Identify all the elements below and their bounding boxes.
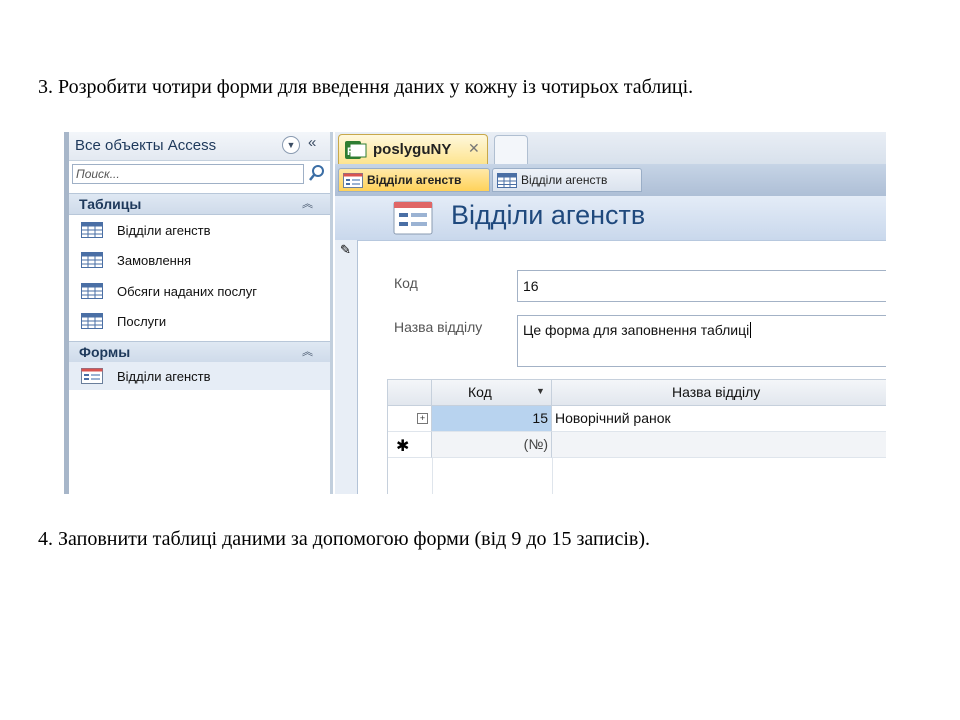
cell-kod[interactable]: 15	[432, 406, 552, 432]
table-icon	[497, 173, 517, 193]
nazva-field[interactable]: Це форма для заповнення таблиці	[517, 315, 886, 367]
table-icon	[81, 283, 103, 304]
nav-item-table[interactable]: Обсяги наданих послуг	[69, 277, 330, 305]
chevron-up-icon[interactable]: ︽	[302, 343, 313, 359]
table-icon	[81, 313, 103, 334]
cell-kod-new[interactable]: (№)	[432, 432, 552, 458]
field-label-kod: Код	[394, 275, 418, 291]
cell-nazva[interactable]: Новорічний ранок	[552, 406, 886, 432]
nazva-field-value: Це форма для заповнення таблиці	[523, 322, 750, 338]
text-caret	[750, 322, 752, 338]
svg-text:P: P	[347, 146, 354, 158]
kod-field-value: 16	[523, 278, 539, 294]
cell-nazva-new[interactable]	[552, 432, 886, 458]
search-icon[interactable]	[307, 163, 327, 183]
nav-pane-header[interactable]: Все объекты Access ▼ «	[69, 132, 330, 161]
subform-datasheet: Код ▼ Назва відділу + 15 Новорічний рано…	[387, 379, 886, 494]
pencil-icon: ✎	[340, 242, 351, 257]
instruction-step-4: 4. Заповнити таблиці даними за допомогою…	[38, 528, 650, 550]
kod-field[interactable]: 16	[517, 270, 886, 302]
nav-item-label: Обсяги наданих послуг	[117, 284, 257, 299]
pane-splitter[interactable]	[330, 132, 333, 494]
nav-item-form[interactable]: Відділи агенств	[69, 362, 330, 390]
close-icon[interactable]: ✕	[468, 140, 480, 157]
form-title: Відділи агенств	[451, 200, 646, 230]
nav-item-table[interactable]: Відділи агенств	[69, 216, 330, 244]
group-tables[interactable]: Таблицы ︽	[69, 193, 330, 215]
record-selector[interactable]: ✎	[335, 240, 358, 494]
table-icon	[81, 252, 103, 273]
expand-icon[interactable]: +	[417, 413, 428, 424]
publisher-file-icon: P	[344, 140, 368, 165]
collapse-pane-icon[interactable]: «	[308, 134, 316, 151]
tab-file[interactable]: P poslyguNY ✕	[338, 134, 488, 164]
new-record-icon: ✱	[396, 438, 410, 455]
field-label-nazva: Назва відділу	[394, 319, 483, 335]
object-tab-form[interactable]: Відділи агенств	[338, 168, 490, 192]
search-input[interactable]	[73, 165, 306, 183]
column-header-nazva[interactable]: Назва відділу	[552, 380, 886, 406]
object-tab-label: Відділи агенств	[521, 173, 608, 187]
chevron-down-icon[interactable]: ▼	[536, 386, 545, 396]
form-icon	[343, 173, 363, 193]
nav-item-label: Відділи агенств	[117, 223, 211, 238]
document-area: P poslyguNY ✕ Відділи агенств Відділи аг…	[335, 132, 886, 494]
group-forms-label: Формы	[79, 344, 131, 360]
group-tables-label: Таблицы	[79, 196, 142, 212]
form-icon	[81, 368, 103, 389]
row-selector[interactable]: +	[388, 406, 432, 432]
form-icon	[393, 201, 433, 240]
grid-line	[432, 458, 433, 494]
nav-item-label: Відділи агенств	[117, 369, 211, 384]
nav-item-label: Послуги	[117, 314, 167, 329]
tab-file-label: poslyguNY	[373, 141, 452, 158]
search-box	[72, 164, 306, 184]
column-header-label: Код	[468, 384, 492, 400]
table-icon	[81, 222, 103, 243]
column-header-kod[interactable]: Код ▼	[432, 380, 552, 406]
chevron-down-icon[interactable]: ▼	[282, 136, 300, 154]
new-record-selector[interactable]: ✱	[388, 432, 432, 458]
group-forms[interactable]: Формы ︽	[69, 341, 330, 363]
nav-pane-title: Все объекты Access	[75, 137, 217, 154]
chevron-up-icon[interactable]: ︽	[302, 195, 313, 211]
object-tabs: Відділи агенств Відділи агенств	[335, 164, 886, 196]
form-header: Відділи агенств	[335, 196, 886, 241]
object-tab-table[interactable]: Відділи агенств	[492, 168, 642, 192]
grid-line	[552, 458, 553, 494]
object-tab-label: Відділи агенств	[367, 173, 462, 187]
file-tab-strip: P poslyguNY ✕	[335, 132, 886, 164]
nav-item-label: Замовлення	[117, 253, 192, 268]
access-screenshot: Все объекты Access ▼ « Таблицы ︽ Відділи…	[64, 132, 886, 494]
column-header-label: Назва відділу	[672, 384, 761, 400]
select-all-corner[interactable]	[388, 380, 432, 406]
navigation-pane: Все объекты Access ▼ « Таблицы ︽ Відділи…	[64, 132, 333, 494]
nav-item-table[interactable]: Замовлення	[69, 246, 330, 274]
new-tab-button[interactable]	[494, 135, 528, 164]
instruction-step-3: 3. Розробити чотири форми для введення д…	[38, 76, 694, 98]
nav-item-table[interactable]: Послуги	[69, 307, 330, 335]
